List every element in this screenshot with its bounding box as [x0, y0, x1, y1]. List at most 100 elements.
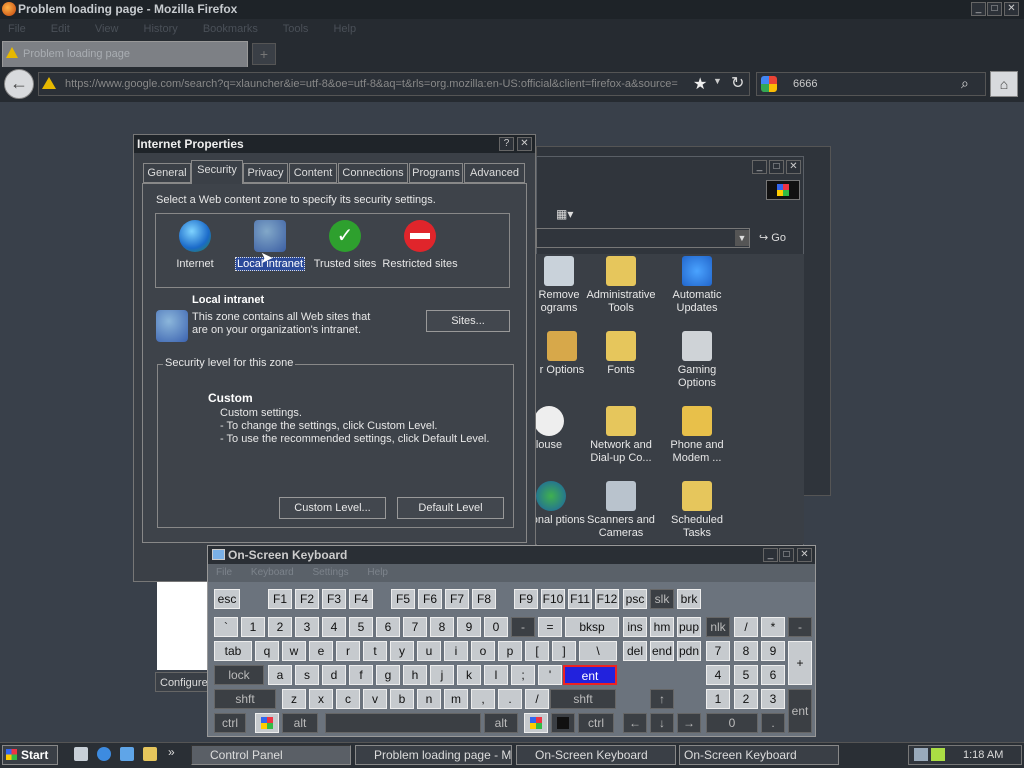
key-c[interactable]: c: [336, 689, 360, 709]
key-symbol[interactable]: .: [498, 689, 522, 709]
key-a[interactable]: a: [268, 665, 292, 685]
cp-maximize-button[interactable]: □: [769, 160, 784, 174]
key-ent[interactable]: ent: [563, 665, 617, 685]
key-l[interactable]: l: [484, 665, 508, 685]
windows-key[interactable]: [255, 713, 279, 733]
key-4[interactable]: 4: [706, 665, 730, 685]
tab-security[interactable]: Security: [191, 160, 243, 184]
key-symbol[interactable]: ;: [511, 665, 535, 685]
zone-restricted-sites[interactable]: Restricted sites: [380, 220, 460, 271]
menu-help[interactable]: Help: [333, 23, 356, 35]
menu-history[interactable]: History: [144, 23, 178, 35]
outlook-icon[interactable]: [120, 747, 134, 761]
default-level-button[interactable]: Default Level: [397, 497, 504, 519]
menu-view[interactable]: View: [95, 23, 119, 35]
views-icon[interactable]: ▦▾: [556, 207, 573, 221]
key-b[interactable]: b: [390, 689, 414, 709]
desktop-icon[interactable]: [74, 747, 88, 761]
cp-minimize-button[interactable]: _: [752, 160, 767, 174]
key-3[interactable]: 3: [761, 689, 785, 709]
go-button[interactable]: ↪ Go: [759, 231, 786, 244]
osk-close-button[interactable]: ✕: [797, 548, 812, 562]
osk-minimize-button[interactable]: _: [763, 548, 778, 562]
home-button[interactable]: ⌂: [990, 71, 1018, 97]
key-5[interactable]: 5: [734, 665, 758, 685]
key-2[interactable]: 2: [734, 689, 758, 709]
key-F7[interactable]: F7: [445, 589, 469, 609]
search-icon[interactable]: ⌕: [961, 75, 969, 92]
key-0[interactable]: 0: [706, 713, 758, 733]
key-F12[interactable]: F12: [595, 589, 619, 609]
minimize-button[interactable]: _: [971, 2, 986, 16]
key-F2[interactable]: F2: [295, 589, 319, 609]
taskbar-item-control-panel[interactable]: Control Panel: [191, 745, 351, 765]
key-8[interactable]: 8: [734, 641, 758, 661]
key-alt[interactable]: alt: [484, 713, 518, 733]
dialog-close-button[interactable]: ✕: [517, 137, 532, 151]
reload-icon[interactable]: ↻: [731, 73, 744, 93]
key-m[interactable]: m: [444, 689, 468, 709]
key-F3[interactable]: F3: [322, 589, 346, 609]
key-q[interactable]: q: [255, 641, 279, 661]
key-f[interactable]: f: [349, 665, 373, 685]
key-symbol[interactable]: ↑: [650, 689, 674, 709]
key-e[interactable]: e: [309, 641, 333, 661]
key-g[interactable]: g: [376, 665, 400, 685]
osk-maximize-button[interactable]: □: [779, 548, 794, 562]
volume-tray-icon[interactable]: [931, 748, 945, 761]
key-hm[interactable]: hm: [650, 617, 674, 637]
cp-item-network[interactable]: Network and Dial-up Co...: [584, 406, 658, 465]
key-del[interactable]: del: [623, 641, 647, 661]
key-symbol[interactable]: →: [677, 713, 701, 733]
key-6[interactable]: 6: [376, 617, 400, 637]
menu-edit[interactable]: Edit: [51, 23, 70, 35]
key-tab[interactable]: tab: [214, 641, 252, 661]
chevron-right-icon[interactable]: »: [168, 745, 175, 759]
key-o[interactable]: o: [471, 641, 495, 661]
taskbar-item-osk[interactable]: On-Screen Keyboard: [516, 745, 676, 765]
menu-bookmarks[interactable]: Bookmarks: [203, 23, 258, 35]
key-brk[interactable]: brk: [677, 589, 701, 609]
key-6[interactable]: 6: [761, 665, 785, 685]
osk-menu-help[interactable]: Help: [367, 567, 388, 578]
key-psc[interactable]: psc: [623, 589, 647, 609]
tab-privacy[interactable]: Privacy: [243, 163, 288, 183]
key-F4[interactable]: F4: [349, 589, 373, 609]
sites-button[interactable]: Sites...: [426, 310, 510, 332]
zone-internet[interactable]: Internet: [155, 220, 235, 271]
tab-general[interactable]: General: [143, 163, 191, 183]
help-button[interactable]: ?: [499, 137, 514, 151]
maximize-button[interactable]: □: [987, 2, 1002, 16]
new-tab-button[interactable]: +: [252, 43, 276, 65]
key-nlk[interactable]: nlk: [706, 617, 730, 637]
osk-menu-keyboard[interactable]: Keyboard: [251, 567, 294, 578]
key-bksp[interactable]: bksp: [565, 617, 619, 637]
key-z[interactable]: z: [282, 689, 306, 709]
key-j[interactable]: j: [430, 665, 454, 685]
osk-menu-file[interactable]: File: [216, 567, 232, 578]
cp-item-gaming[interactable]: Gaming Options: [660, 331, 734, 390]
key-1[interactable]: 1: [706, 689, 730, 709]
key-1[interactable]: 1: [241, 617, 265, 637]
key-ctrl[interactable]: ctrl: [578, 713, 614, 733]
key-symbol[interactable]: /: [734, 617, 758, 637]
key-u[interactable]: u: [417, 641, 441, 661]
key-symbol[interactable]: ]: [552, 641, 576, 661]
key-d[interactable]: d: [322, 665, 346, 685]
menu-key[interactable]: [551, 713, 575, 733]
key-symbol[interactable]: ': [538, 665, 562, 685]
menu-file[interactable]: File: [8, 23, 26, 35]
key-symbol[interactable]: ,: [471, 689, 495, 709]
zone-trusted-sites[interactable]: ✓ Trusted sites: [305, 220, 385, 271]
custom-level-button[interactable]: Custom Level...: [279, 497, 386, 519]
key-symbol[interactable]: +: [788, 641, 812, 685]
key-5[interactable]: 5: [349, 617, 373, 637]
key-F1[interactable]: F1: [268, 589, 292, 609]
key-k[interactable]: k: [457, 665, 481, 685]
url-bar[interactable]: https://www.google.com/search?q=xlaunche…: [38, 72, 750, 96]
key-space[interactable]: [325, 713, 481, 733]
explorer-icon[interactable]: [143, 747, 157, 761]
key-7[interactable]: 7: [706, 641, 730, 661]
key-ins[interactable]: ins: [623, 617, 647, 637]
windows-key[interactable]: [524, 713, 548, 733]
